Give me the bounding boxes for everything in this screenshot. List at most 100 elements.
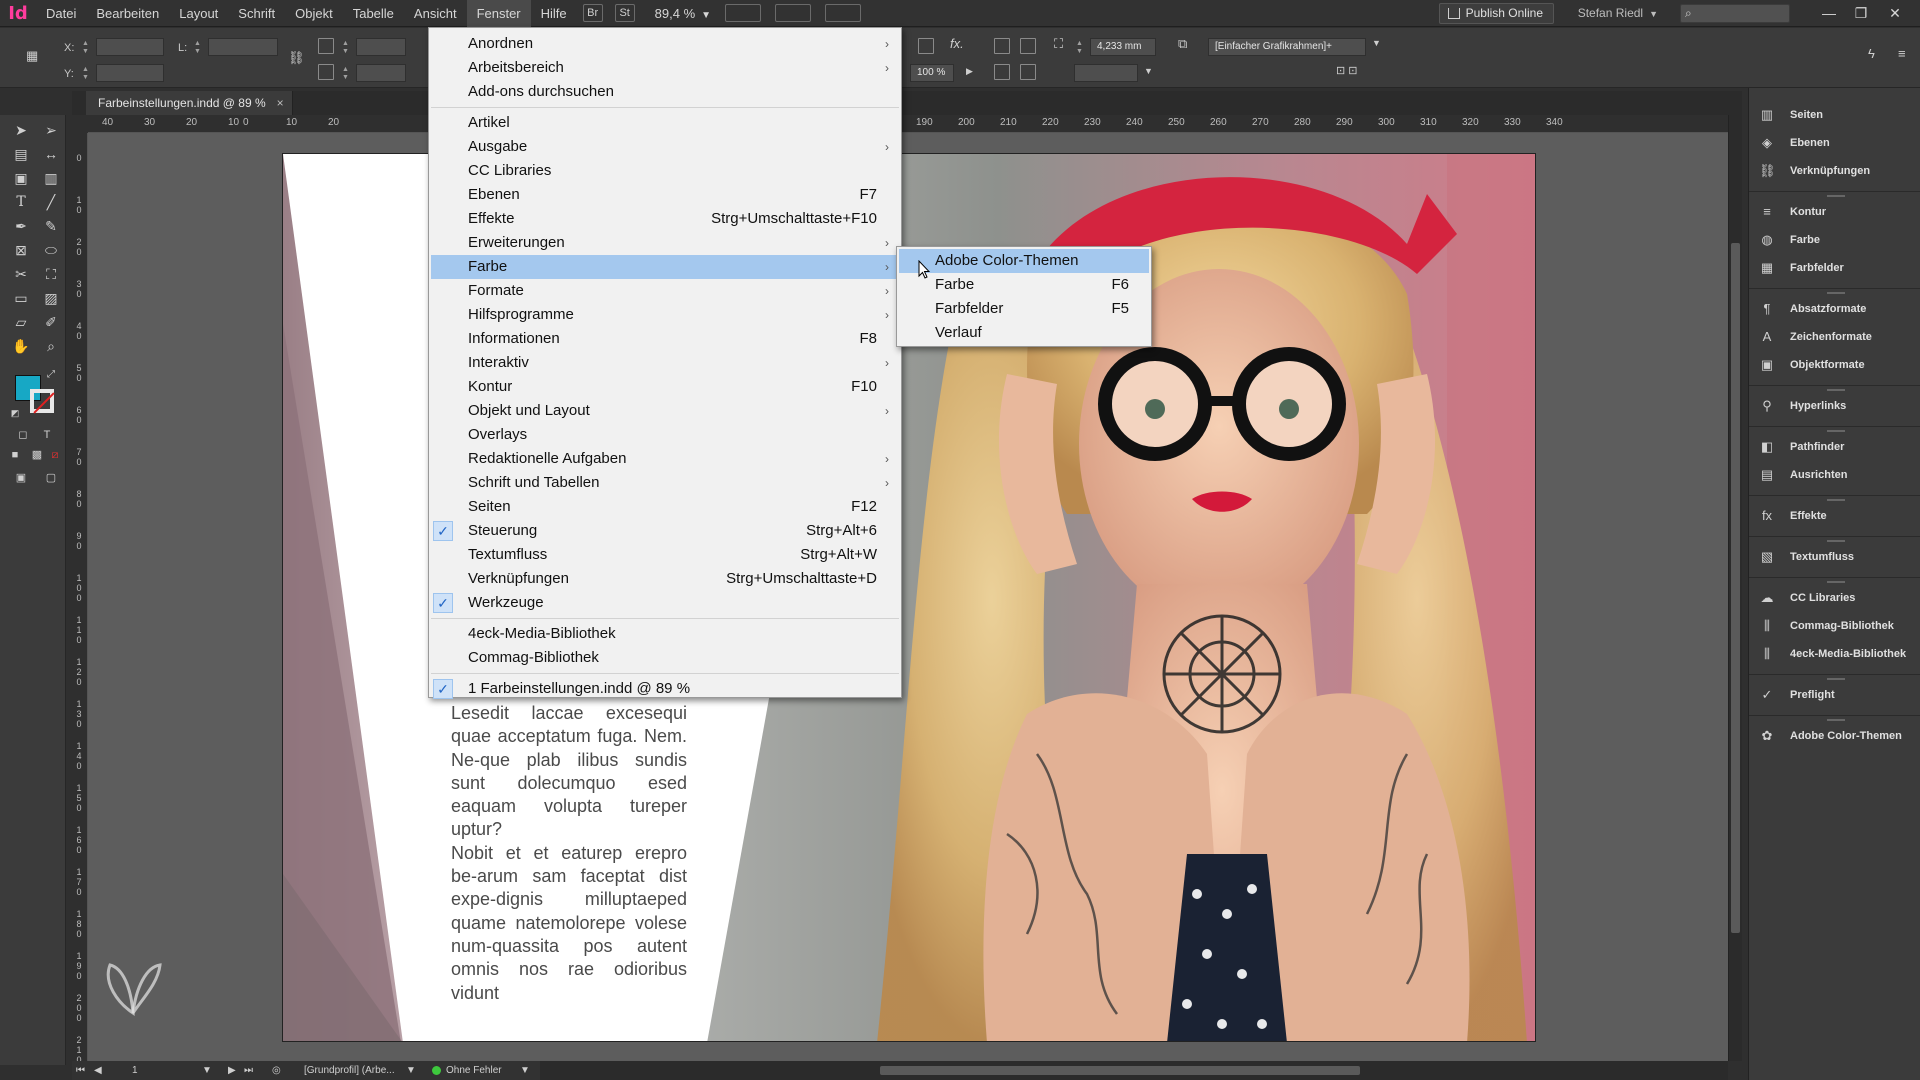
content-collector-icon[interactable]: ▣ [10, 168, 32, 188]
panel-item[interactable]: ▧ Textumfluss [1749, 544, 1920, 570]
errors-dropdown-icon[interactable]: ▼ [520, 1061, 530, 1080]
effects-fx-icon[interactable]: fx. [950, 36, 964, 51]
menu-layout[interactable]: Layout [169, 0, 228, 27]
fenster-menu-item[interactable]: ✓ 1 Farbeinstellungen.indd @ 89 % [431, 677, 899, 701]
formatting-text-icon[interactable]: T [36, 425, 58, 445]
y-spinner[interactable]: ▲ ▼ [82, 66, 90, 82]
fenster-menu-item[interactable]: Hilfsprogramme › [431, 303, 899, 327]
panel-item[interactable]: ◈ Ebenen [1749, 130, 1920, 156]
width-spinner[interactable]: ▲ ▼ [194, 40, 202, 56]
horizontal-scrollbar-thumb[interactable] [880, 1066, 1360, 1075]
stroke-style-dropdown[interactable] [1074, 64, 1138, 82]
scale-x-spinner[interactable]: ▲ ▼ [342, 40, 350, 56]
horizontal-ruler[interactable]: 4030201001020150160170180190200210220230… [88, 115, 1728, 133]
fenster-menu-item[interactable]: Kontur F10 [431, 375, 899, 399]
stroke-color-swatch[interactable] [30, 389, 54, 413]
scale-x-input[interactable] [356, 38, 406, 56]
selection-tool-icon[interactable]: ➤ [10, 120, 32, 140]
fenster-menu-item[interactable]: Commag-Bibliothek [431, 646, 899, 670]
farbe-submenu-item[interactable]: Farbe F6 [899, 273, 1149, 297]
formatting-container-icon[interactable]: ◻ [12, 425, 34, 445]
fenster-menu-item[interactable]: Informationen F8 [431, 327, 899, 351]
gradient-feather-tool-icon[interactable]: ▨ [40, 288, 62, 308]
panel-item[interactable]: ☁ CC Libraries [1749, 585, 1920, 611]
vertical-scrollbar-thumb[interactable] [1731, 243, 1740, 933]
vertical-scrollbar[interactable] [1728, 115, 1742, 1061]
farbe-submenu-item[interactable]: Verlauf [899, 321, 1149, 345]
panel-group-grip[interactable] [1827, 581, 1845, 583]
fenster-menu-item[interactable]: CC Libraries [431, 159, 899, 183]
view-mode-icon[interactable]: ▣ [10, 468, 32, 488]
panel-item[interactable]: ⛓ Verknüpfungen [1749, 158, 1920, 184]
panel-item[interactable]: ▦ Farbfelder [1749, 255, 1920, 281]
farbe-submenu-item[interactable]: Adobe Color-Themen [899, 249, 1149, 273]
object-style-dropdown[interactable]: [Einfacher Grafikrahmen]+ [1208, 38, 1366, 56]
scale-y-input[interactable] [356, 64, 406, 82]
panel-item[interactable]: ≡ Kontur [1749, 199, 1920, 225]
fenster-menu-item[interactable]: Overlays [431, 423, 899, 447]
fenster-menu-item[interactable]: Redaktionelle Aufgaben › [431, 447, 899, 471]
screen-mode-icon[interactable]: ▢ [40, 468, 62, 488]
stroke-type-icon[interactable] [994, 38, 1010, 54]
search-input[interactable]: ⌕ [1680, 4, 1790, 23]
panel-group-grip[interactable] [1827, 719, 1845, 721]
menu-datei[interactable]: Datei [36, 0, 86, 27]
scale-y-spinner[interactable]: ▲ ▼ [342, 66, 350, 82]
stroke-weight-spinner[interactable]: ▲ ▼ [1076, 40, 1084, 56]
panel-item[interactable]: ⚲ Hyperlinks [1749, 393, 1920, 419]
fenster-menu-item[interactable]: Formate › [431, 279, 899, 303]
apply-color-icon[interactable]: ■ [4, 445, 26, 465]
content-placer-icon[interactable]: ▥ [40, 168, 62, 188]
free-transform-tool-icon[interactable]: ⛶ [40, 264, 62, 284]
gradient-swatch-tool-icon[interactable]: ▭ [10, 288, 32, 308]
fenster-menu-item[interactable]: ✓ Steuerung Strg+Alt+6 [431, 519, 899, 543]
arrange-documents-button[interactable] [825, 4, 862, 22]
wrap-icon[interactable] [1020, 38, 1036, 54]
panel-group-grip[interactable] [1827, 389, 1845, 391]
panel-item[interactable]: ✿ Adobe Color-Themen [1749, 723, 1920, 749]
type-tool-icon[interactable]: T [10, 192, 32, 212]
y-position-input[interactable] [96, 64, 164, 82]
menu-tabelle[interactable]: Tabelle [343, 0, 404, 27]
panel-item[interactable]: A Zeichenformate [1749, 324, 1920, 350]
fenster-menu-item[interactable]: Arbeitsbereich › [431, 56, 899, 80]
scissors-tool-icon[interactable]: ✂ [10, 264, 32, 284]
stock-button[interactable]: St [614, 4, 635, 22]
fit-frame-icon[interactable] [918, 38, 934, 54]
pen-tool-icon[interactable]: ✒ [10, 216, 32, 236]
fenster-menu-item[interactable]: Textumfluss Strg+Alt+W [431, 543, 899, 567]
chevron-down-icon[interactable]: ▼ [1372, 38, 1381, 48]
last-page-icon[interactable]: ⏭ [244, 1061, 253, 1080]
panel-item[interactable]: ¶ Absatzformate [1749, 296, 1920, 322]
preflight-errors[interactable]: Ohne Fehler [446, 1061, 502, 1080]
menu-objekt[interactable]: Objekt [285, 0, 343, 27]
fenster-menu-item[interactable]: Erweiterungen › [431, 231, 899, 255]
apply-none-icon[interactable]: ⧄ [44, 445, 66, 465]
zoom-level-dropdown[interactable]: 89,4 % ▼ [655, 6, 711, 21]
page-dropdown-icon[interactable]: ▼ [202, 1061, 212, 1080]
fenster-menu-item[interactable]: Schrift und Tabellen › [431, 471, 899, 495]
panel-group-grip[interactable] [1827, 678, 1845, 680]
panel-item[interactable]: ▥ Seiten [1749, 102, 1920, 128]
menu-bearbeiten[interactable]: Bearbeiten [86, 0, 169, 27]
gap-tool-icon[interactable]: ↔ [40, 144, 62, 164]
fenster-menu-item[interactable]: ✓ Werkzeuge [431, 591, 899, 615]
scale-percent-input[interactable]: 100 % [910, 64, 954, 82]
fenster-menu-item[interactable]: Effekte Strg+Umschalttaste+F10 [431, 207, 899, 231]
x-position-input[interactable] [96, 38, 164, 56]
restore-button[interactable]: ❐ [1846, 0, 1876, 27]
vertical-ruler[interactable]: 0 1 0 2 0 3 0 4 0 5 0 6 0 7 0 8 0 9 0 1 0 0 1 1 0 1 … [72, 133, 88, 1061]
note-tool-icon[interactable]: ▱ [10, 312, 32, 332]
panel-item[interactable]: ◍ Farbe [1749, 227, 1920, 253]
body-text-frame[interactable]: Lesedit laccae excesequi quae acceptatum… [451, 702, 687, 1005]
default-colors-icon[interactable]: ◩ [4, 403, 26, 423]
previous-page-icon[interactable]: ◀ [94, 1061, 102, 1080]
bridge-button[interactable]: Br [582, 4, 603, 22]
width-input[interactable] [208, 38, 278, 56]
rectangle-frame-tool-icon[interactable]: ⊠ [10, 240, 32, 260]
zoom-tool-icon[interactable]: ⌕ [40, 336, 62, 356]
fenster-menu-item[interactable]: 4eck-Media-Bibliothek [431, 622, 899, 646]
align-stroke-icon[interactable] [1020, 64, 1036, 80]
fenster-menu-item[interactable]: Ausgabe › [431, 135, 899, 159]
panel-item[interactable]: ◧ Pathfinder [1749, 434, 1920, 460]
